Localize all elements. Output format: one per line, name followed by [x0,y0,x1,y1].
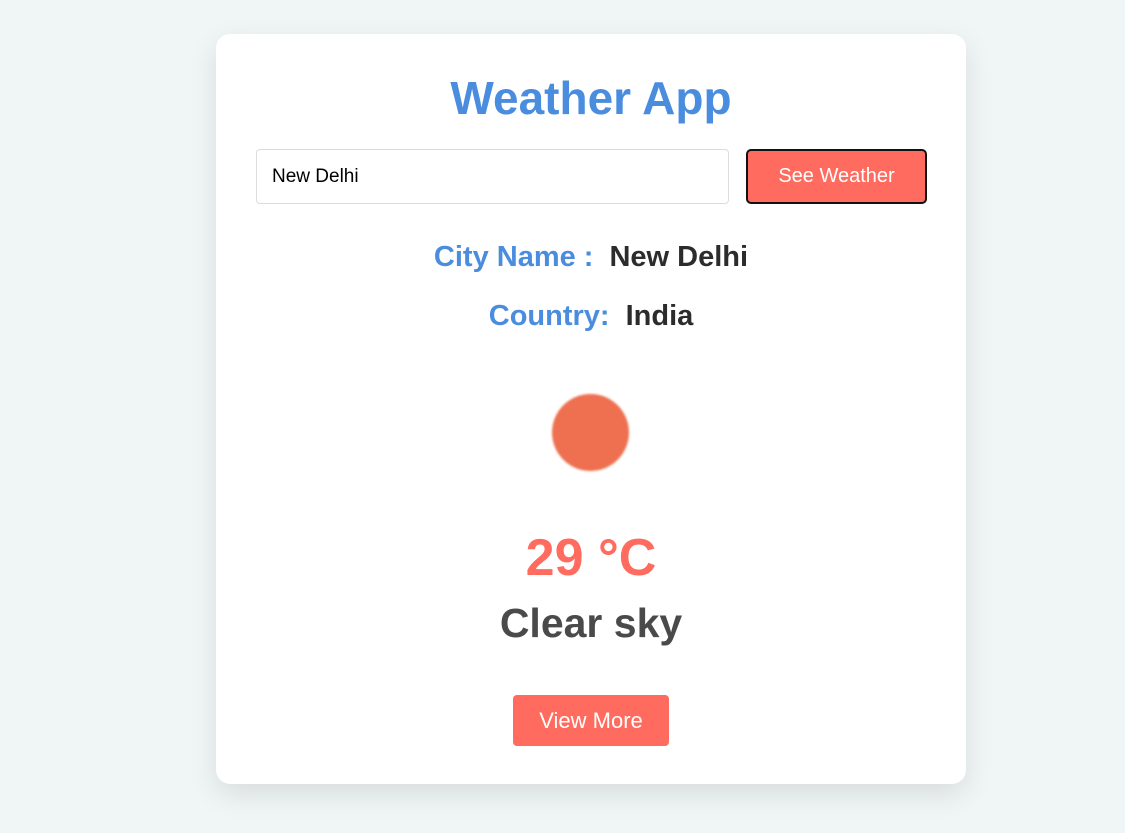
country-row: Country: India [216,299,966,333]
country-value: India [625,300,694,332]
city-name-row: City Name : New Delhi [216,240,966,274]
weather-card: Weather App See Weather City Name : New D… [216,34,966,784]
sun-icon [552,394,629,471]
see-weather-button[interactable]: See Weather [746,149,927,204]
city-name-label: City Name : [433,241,594,273]
temperature-value: 29 °C [525,529,657,587]
view-more-button[interactable]: View More [513,695,669,746]
city-search-input[interactable] [256,149,729,204]
country-label: Country: [488,300,610,332]
city-name-value: New Delhi [609,241,749,273]
weather-description: Clear sky [499,600,683,646]
app-title: Weather App [450,72,732,124]
